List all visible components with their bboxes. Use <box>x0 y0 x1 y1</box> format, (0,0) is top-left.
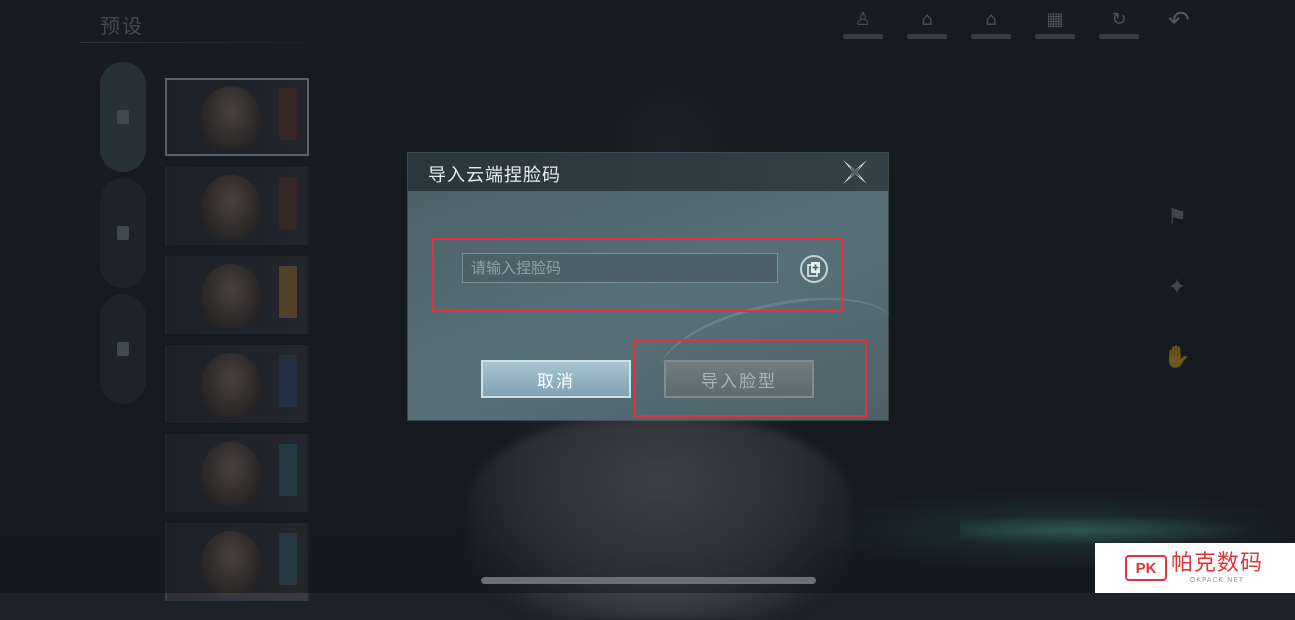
dialog-title: 导入云端捏脸码 <box>428 165 561 186</box>
watermark-url: OKPACK.NET <box>1189 576 1245 584</box>
highlight-box-input <box>432 238 843 312</box>
watermark: PK 帕克数码 OKPACK.NET <box>1095 543 1295 593</box>
watermark-logo: PK <box>1125 555 1167 581</box>
cancel-button[interactable]: 取消 <box>481 360 631 398</box>
highlight-box-import-button <box>634 339 867 417</box>
home-indicator[interactable] <box>481 577 816 584</box>
close-icon[interactable] <box>840 157 870 187</box>
watermark-name: 帕克数码 <box>1171 551 1264 576</box>
dialog-header: 导入云端捏脸码 <box>408 153 888 191</box>
